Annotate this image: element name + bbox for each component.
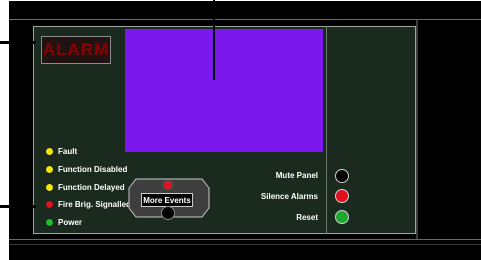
silence-alarms-button[interactable] — [335, 189, 349, 203]
led-fire-brig-signalled — [46, 200, 53, 208]
led-label: Fault — [58, 146, 78, 156]
top-line — [0, 0, 481, 1]
more-events-label: More Events — [143, 195, 191, 205]
pointer-line — [0, 205, 36, 208]
pointer-line — [0, 41, 36, 44]
led-label: Power — [58, 217, 83, 227]
alarm-indicator: ALARM — [41, 36, 111, 64]
led-function-disabled — [46, 165, 53, 173]
led-label: Function Disabled — [58, 164, 128, 174]
divider — [416, 20, 418, 239]
led-label: Fire Brig. Signalled — [58, 199, 131, 209]
mute-panel-button[interactable] — [335, 169, 349, 183]
event-display — [125, 29, 323, 152]
alarm-label: ALARM — [42, 40, 110, 59]
led-row-function-disabled: Function Disabled — [46, 162, 127, 176]
more-events-knob[interactable] — [161, 206, 175, 220]
led-row-fault: Fault — [46, 144, 77, 158]
more-events-button[interactable]: More Events — [141, 193, 193, 207]
led-power — [46, 218, 53, 226]
more-events-indicator — [163, 180, 173, 190]
divider — [326, 26, 327, 234]
pointer-line — [213, 0, 215, 80]
reset-label: Reset — [296, 213, 318, 222]
led-row-function-delayed: Function Delayed — [46, 180, 125, 194]
mute-panel-label: Mute Panel — [275, 171, 318, 180]
divider — [9, 19, 481, 20]
led-row-power: Power — [46, 215, 82, 229]
led-function-delayed — [46, 183, 53, 191]
silence-alarms-label: Silence Alarms — [260, 192, 318, 201]
divider — [9, 239, 481, 240]
divider — [9, 244, 481, 245]
led-label: Function Delayed — [58, 182, 125, 192]
reset-button[interactable] — [335, 210, 349, 224]
led-row-fire-brig-signalled: Fire Brig. Signalled — [46, 197, 131, 211]
led-fault — [46, 147, 53, 155]
